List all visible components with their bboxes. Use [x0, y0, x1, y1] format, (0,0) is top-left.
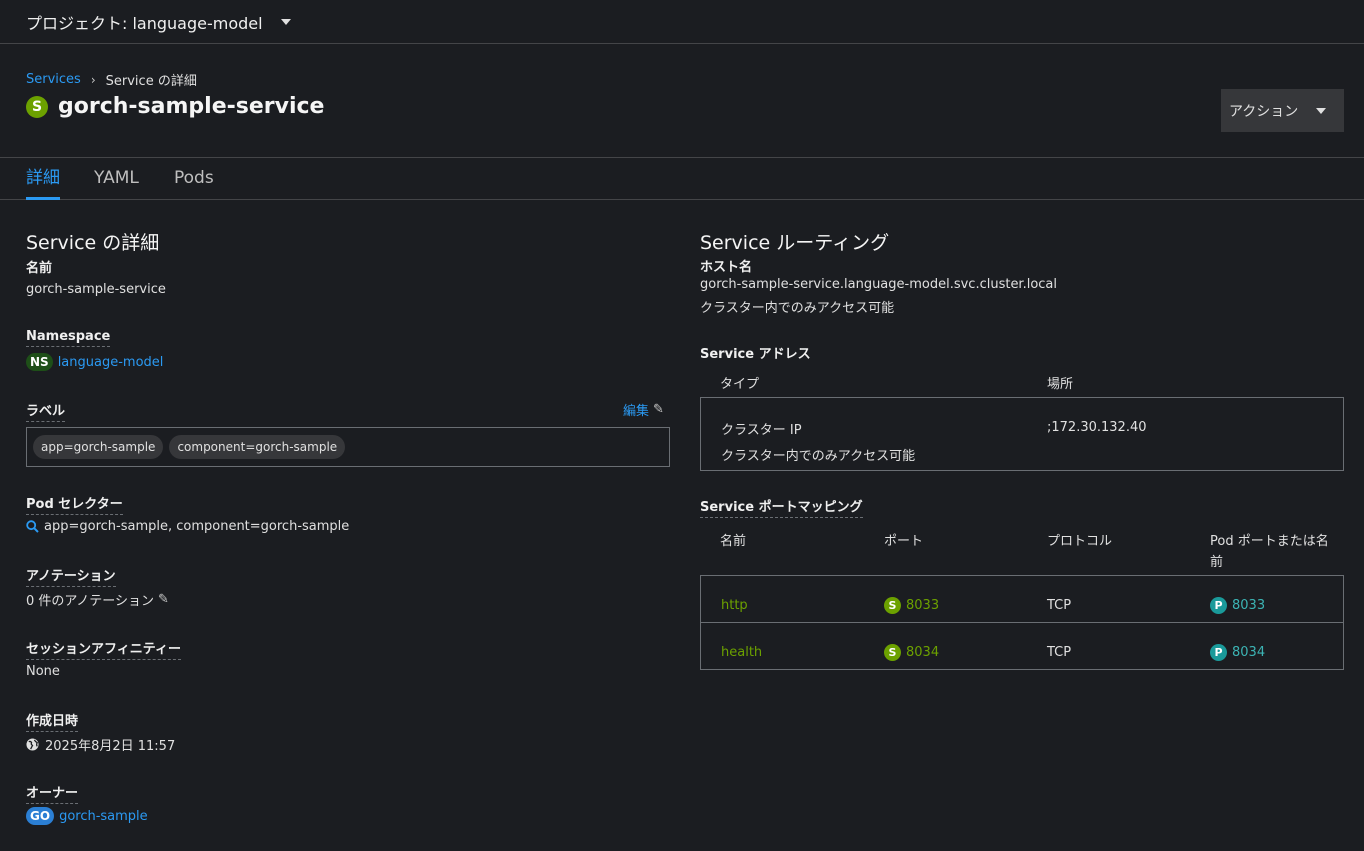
annotations-label: アノテーション [26, 565, 116, 587]
search-icon [26, 520, 39, 533]
caret-down-icon [280, 18, 291, 25]
pod-selector-value: app=gorch-sample, component=gorch-sample [44, 519, 350, 534]
created-label: 作成日時 [26, 710, 79, 732]
page-title: S gorch-sample-service [26, 94, 324, 119]
actions-label: アクション [1229, 103, 1299, 120]
created-value: 2025年8月2日 11:57 [26, 735, 175, 754]
pencil-icon: ✎ [653, 402, 664, 417]
address-type-note: クラスター内でのみアクセス可能 [721, 449, 916, 464]
port-row-name: http [721, 598, 748, 613]
labels-label: ラベル [26, 400, 66, 422]
service-badge: S [26, 95, 48, 118]
details-section-title: Service の詳細 [26, 232, 160, 254]
actions-dropdown-button[interactable]: アクション [1221, 89, 1344, 132]
namespace-value: NS language-model [26, 353, 163, 371]
owner-value: GO gorch-sample [26, 807, 148, 825]
session-affinity-value: None [26, 664, 60, 679]
label-chip[interactable]: component=gorch-sample [169, 435, 346, 459]
owner-label: オーナー [26, 782, 79, 804]
pod-port-value: 8033 [1232, 598, 1266, 613]
port-value: 8033 [906, 598, 940, 613]
caret-down-icon [1316, 108, 1326, 114]
address-location-value: ;172.30.132.40 [1047, 420, 1147, 435]
breadcrumb-separator-icon: › [90, 72, 96, 87]
project-bar: プロジェクト: language-model [0, 0, 1364, 44]
pod-badge: P [1210, 597, 1227, 614]
name-value: gorch-sample-service [26, 282, 166, 297]
namespace-badge: NS [26, 353, 53, 371]
pod-selector-link[interactable]: app=gorch-sample, component=gorch-sample [26, 519, 349, 534]
pod-badge: P [1210, 644, 1227, 661]
service-badge: S [884, 644, 901, 661]
port-row-podport: P 8034 [1210, 644, 1265, 661]
port-port-header: ポート [884, 534, 924, 549]
namespace-label: Namespace [26, 329, 111, 347]
tabs: 詳細 YAML Pods [0, 157, 1364, 200]
port-row-protocol: TCP [1047, 645, 1072, 660]
address-location-header: 場所 [1047, 377, 1074, 392]
port-podport-header-line1: Pod ポートまたは名 [1210, 534, 1329, 549]
service-badge: S [884, 597, 901, 614]
globe-icon [26, 738, 39, 751]
port-row-port: S 8034 [884, 644, 939, 661]
breadcrumb-current: Service の詳細 [105, 74, 197, 89]
annotations-value: 0 件のアノテーション [26, 594, 154, 609]
namespace-link[interactable]: language-model [58, 355, 164, 370]
address-type-header: タイプ [720, 377, 760, 392]
edit-label: 編集 [623, 404, 650, 419]
port-row-name: health [721, 645, 763, 660]
page-title-text: gorch-sample-service [58, 94, 325, 119]
address-type-value: クラスター IP [721, 423, 802, 438]
name-label: 名前 [26, 261, 53, 276]
created-text: 2025年8月2日 11:57 [45, 739, 176, 754]
port-table-divider [700, 622, 1344, 623]
annotations-link[interactable]: 0 件のアノテーション ✎ [26, 590, 169, 609]
project-label: プロジェクト: language-model [26, 13, 263, 33]
port-row-port: S 8033 [884, 597, 939, 614]
port-mapping-label: Service ポートマッピング [700, 496, 863, 518]
hostname-label: ホスト名 [700, 260, 753, 275]
routing-section-title: Service ルーティング [700, 232, 890, 254]
port-row-protocol: TCP [1047, 598, 1072, 613]
pod-selector-label: Pod セレクター [26, 493, 123, 515]
session-affinity-label: セッションアフィニティー [26, 638, 181, 660]
port-value: 8034 [906, 645, 940, 660]
breadcrumb-services-link[interactable]: Services [26, 72, 81, 87]
labels-box: app=gorch-sample component=gorch-sample [26, 427, 670, 467]
port-podport-header-line2: 前 [1210, 555, 1224, 570]
label-chip[interactable]: app=gorch-sample [33, 435, 164, 459]
owner-link[interactable]: gorch-sample [59, 809, 148, 824]
port-row-podport: P 8033 [1210, 597, 1265, 614]
breadcrumb: Services › Service の詳細 [26, 70, 197, 89]
port-name-header: 名前 [720, 534, 747, 549]
tab-pods[interactable]: Pods [174, 158, 214, 200]
hostname-value: gorch-sample-service.language-model.svc.… [700, 277, 1058, 292]
owner-badge: GO [26, 807, 55, 825]
service-address-label: Service アドレス [700, 347, 811, 362]
edit-labels-link[interactable]: 編集 ✎ [623, 400, 664, 419]
tab-yaml[interactable]: YAML [94, 158, 139, 200]
project-selector[interactable]: プロジェクト: language-model [26, 10, 291, 34]
pod-port-value: 8034 [1232, 645, 1266, 660]
pencil-icon: ✎ [157, 592, 169, 607]
port-protocol-header: プロトコル [1047, 534, 1113, 549]
tab-details[interactable]: 詳細 [26, 158, 60, 200]
hostname-note: クラスター内でのみアクセス可能 [700, 301, 895, 316]
